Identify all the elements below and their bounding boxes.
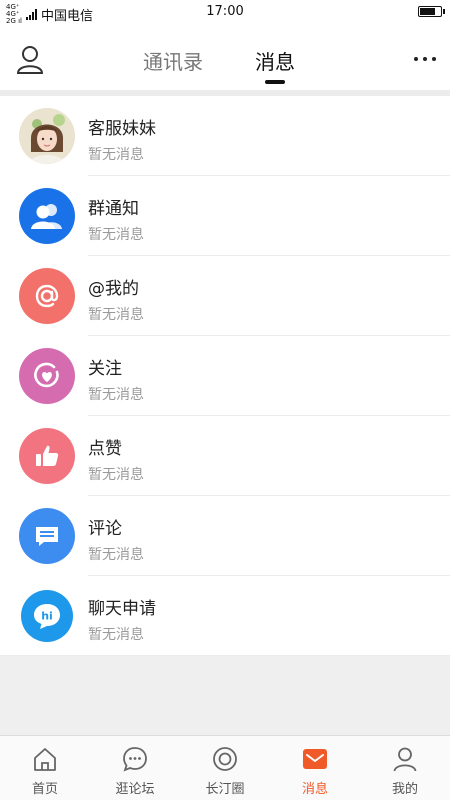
list-item-customer-service[interactable]: 客服妹妹 暂无消息: [0, 96, 450, 176]
nav-label: 长汀圈: [205, 782, 245, 797]
user-profile-icon[interactable]: [16, 44, 44, 74]
list-item-chat-request[interactable]: hi 聊天申请 暂无消息: [0, 576, 450, 656]
item-subtitle: 暂无消息: [88, 627, 144, 643]
more-options-icon[interactable]: [414, 57, 436, 61]
message-envelope-icon: [303, 749, 327, 769]
item-subtitle: 暂无消息: [88, 547, 144, 563]
item-title: 客服妹妹: [88, 119, 156, 139]
item-title: 聊天申请: [88, 599, 156, 619]
item-title: 关注: [88, 359, 122, 379]
circle-icon: [213, 747, 237, 771]
empty-area: [0, 656, 450, 735]
item-subtitle: 暂无消息: [88, 227, 144, 243]
nav-label: 消息: [301, 782, 328, 797]
thumbs-up-icon: [19, 428, 75, 484]
item-subtitle: 暂无消息: [88, 307, 144, 323]
item-title: 点赞: [88, 439, 122, 459]
message-list: 客服妹妹 暂无消息 群通知 暂无消息 @我的 暂无消息 关注 暂无消息 点赞 暂…: [0, 96, 450, 656]
status-bar: 4G⁺ 4G⁺ 2G ıl 中国电信 17:00: [0, 0, 450, 25]
item-subtitle: 暂无消息: [88, 147, 144, 163]
nav-home[interactable]: 首页: [0, 736, 90, 800]
list-item-group-notice[interactable]: 群通知 暂无消息: [0, 176, 450, 256]
item-title: 评论: [88, 519, 122, 539]
battery-icon: [418, 6, 445, 17]
forum-bubble-icon: [123, 747, 147, 772]
item-subtitle: 暂无消息: [88, 467, 144, 483]
profile-icon: [393, 747, 417, 772]
tab-contacts[interactable]: 通讯录: [143, 46, 203, 75]
heart-follow-icon: [19, 348, 75, 404]
list-item-comments[interactable]: 评论 暂无消息: [0, 496, 450, 576]
tab-messages[interactable]: 消息: [255, 46, 295, 75]
bottom-navigation: 首页 逛论坛 长汀圈 消息 我的: [0, 735, 450, 800]
nav-label: 首页: [31, 782, 58, 797]
nav-forum[interactable]: 逛论坛: [90, 736, 180, 800]
group-people-icon: [19, 188, 75, 244]
nav-label: 我的: [391, 782, 418, 797]
list-item-likes[interactable]: 点赞 暂无消息: [0, 416, 450, 496]
hi-chat-icon: hi: [21, 590, 73, 642]
nav-label: 逛论坛: [115, 782, 155, 797]
list-item-mentions[interactable]: @我的 暂无消息: [0, 256, 450, 336]
home-icon: [34, 748, 56, 771]
nav-circle[interactable]: 长汀圈: [180, 736, 270, 800]
status-time: 17:00: [206, 4, 244, 19]
item-title: @我的: [88, 279, 139, 299]
item-title: 群通知: [88, 199, 139, 219]
at-sign-icon: [19, 268, 75, 324]
battery-fill: [420, 8, 436, 15]
item-subtitle: 暂无消息: [88, 387, 144, 403]
list-item-follow[interactable]: 关注 暂无消息: [0, 336, 450, 416]
nav-messages[interactable]: 消息: [270, 736, 360, 800]
svg-text:hi: hi: [41, 610, 53, 623]
active-tab-indicator: [265, 80, 285, 84]
comment-icon: [19, 508, 75, 564]
top-header: 通讯录 消息: [0, 24, 450, 90]
nav-profile[interactable]: 我的: [360, 736, 450, 800]
customer-service-avatar: [19, 108, 75, 164]
